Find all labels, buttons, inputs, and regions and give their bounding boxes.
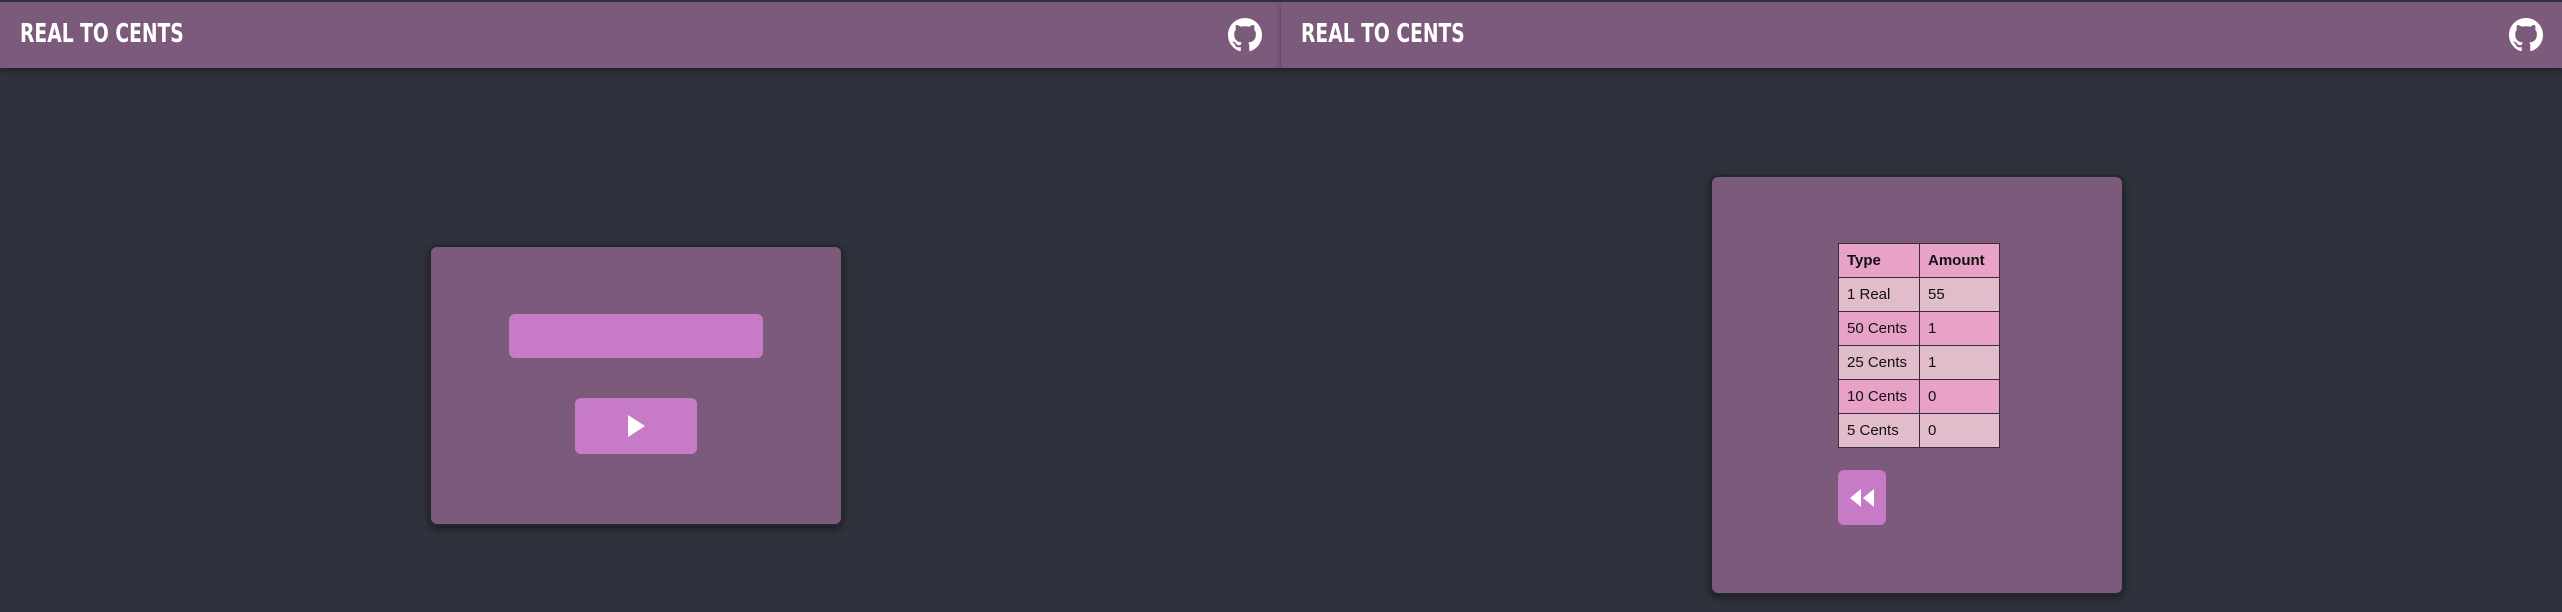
table-row: 50 Cents 1 xyxy=(1838,311,2000,346)
coin-type: 5 Cents xyxy=(1838,413,1920,448)
app-title: REAL TO CENTS xyxy=(1301,19,1465,49)
coin-type: 10 Cents xyxy=(1838,379,1920,414)
coin-amount: 0 xyxy=(1919,413,2000,448)
column-header-amount: Amount xyxy=(1919,243,2000,278)
github-icon[interactable] xyxy=(1228,18,1262,52)
converter-card xyxy=(429,245,843,526)
coins-table: Type Amount 1 Real 55 50 Cents 1 25 Cent… xyxy=(1838,243,2000,448)
play-icon xyxy=(628,415,645,437)
table-row: 10 Cents 0 xyxy=(1838,379,2000,414)
input-screen: REAL TO CENTS xyxy=(0,0,1281,612)
coin-amount: 1 xyxy=(1919,345,2000,380)
back-button[interactable] xyxy=(1838,470,1886,525)
app-title: REAL TO CENTS xyxy=(20,19,184,49)
coin-amount: 1 xyxy=(1919,311,2000,346)
github-icon[interactable] xyxy=(2509,18,2543,52)
coin-amount: 55 xyxy=(1919,277,2000,312)
coin-type: 1 Real xyxy=(1838,277,1920,312)
top-bar: REAL TO CENTS xyxy=(1281,2,2562,68)
table-row: 5 Cents 0 xyxy=(1838,413,2000,448)
table-row: 1 Real 55 xyxy=(1838,277,2000,312)
coin-type: 25 Cents xyxy=(1838,345,1920,380)
coin-type: 50 Cents xyxy=(1838,311,1920,346)
convert-button[interactable] xyxy=(575,398,697,454)
result-card: Type Amount 1 Real 55 50 Cents 1 25 Cent… xyxy=(1710,175,2124,595)
amount-input[interactable] xyxy=(509,314,763,358)
column-header-type: Type xyxy=(1838,243,1920,278)
table-header-row: Type Amount xyxy=(1838,243,2000,278)
result-screen: REAL TO CENTS Type Amount 1 Real 55 50 C… xyxy=(1281,0,2562,612)
top-bar: REAL TO CENTS xyxy=(0,2,1281,68)
rewind-icon xyxy=(1850,488,1874,507)
coin-amount: 0 xyxy=(1919,379,2000,414)
table-row: 25 Cents 1 xyxy=(1838,345,2000,380)
